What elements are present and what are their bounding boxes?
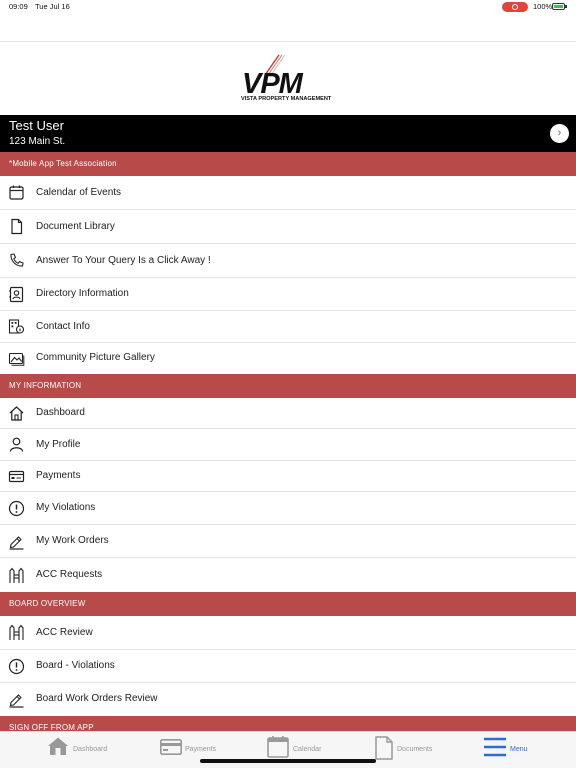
menu-item-calendar-of-events[interactable]: Calendar of Events — [0, 176, 576, 210]
menu-item-label: My Profile — [36, 439, 81, 450]
menu-item-dashboard[interactable]: Dashboard — [0, 398, 576, 429]
board-overview-header: BOARD OVERVIEW — [0, 592, 576, 616]
my-information-menu: Dashboard My Profile Payments My Violati… — [0, 398, 576, 592]
menu-item-label: Payments — [36, 470, 81, 481]
association-menu: Calendar of Events Document Library Answ… — [0, 176, 576, 374]
tab-label: Documents — [397, 746, 433, 753]
menu-item-my-profile[interactable]: My Profile — [0, 429, 576, 461]
menu-item-label: ACC Review — [36, 627, 93, 638]
hamburger-menu-icon — [484, 737, 506, 757]
tab-calendar[interactable]: Calendar — [267, 736, 337, 760]
menu-item-board-violations[interactable]: Board - Violations — [0, 650, 576, 683]
user-address: 123 Main St. — [9, 136, 66, 147]
menu-item-label: Community Picture Gallery — [36, 352, 155, 363]
battery-percent: 100% — [533, 2, 553, 11]
payment-card-icon — [8, 470, 25, 483]
person-icon — [9, 437, 24, 452]
menu-item-acc-review[interactable]: ACC Review — [0, 616, 576, 650]
building-info-icon — [8, 319, 25, 334]
menu-item-my-work-orders[interactable]: My Work Orders — [0, 525, 576, 558]
battery-icon — [552, 3, 565, 10]
tab-documents[interactable]: Documents — [375, 736, 445, 760]
menu-item-my-violations[interactable]: My Violations — [0, 492, 576, 525]
home-indicator[interactable] — [200, 759, 376, 763]
chevron-right-icon[interactable]: › — [550, 124, 569, 143]
tab-label: Menu — [510, 746, 528, 753]
document-icon — [375, 736, 393, 760]
image-gallery-icon — [8, 352, 25, 366]
acc-icon — [9, 567, 24, 583]
menu-item-label: Directory Information — [36, 288, 129, 299]
vpm-logo: VPM VISTA PROPERTY MANAGEMENT — [241, 52, 337, 106]
tab-label: Payments — [185, 746, 217, 753]
home-icon — [9, 406, 24, 421]
menu-item-board-work-orders[interactable]: Board Work Orders Review — [0, 683, 576, 716]
menu-item-answer-query[interactable]: Answer To Your Query Is a Click Away ! — [0, 244, 576, 278]
acc-icon — [9, 624, 24, 640]
logo-area: VPM VISTA PROPERTY MANAGEMENT — [0, 42, 576, 115]
tab-label: Dashboard — [73, 746, 108, 753]
menu-item-label: Contact Info — [36, 321, 90, 332]
work-order-icon — [9, 694, 24, 708]
user-name: Test User — [9, 118, 64, 133]
my-information-header: MY INFORMATION — [0, 374, 576, 398]
payment-card-icon — [160, 739, 182, 755]
menu-item-label: Board Work Orders Review — [36, 693, 158, 704]
menu-item-community-gallery[interactable]: Community Picture Gallery — [0, 343, 576, 374]
calendar-icon — [9, 185, 24, 200]
tab-label: Calendar — [293, 746, 322, 753]
calendar-icon — [267, 736, 289, 758]
logo-subtitle: VISTA PROPERTY MANAGEMENT — [241, 96, 332, 102]
menu-item-label: My Work Orders — [36, 535, 109, 546]
work-order-icon — [9, 536, 24, 550]
tab-dashboard[interactable]: Dashboard — [47, 736, 117, 760]
screen-record-icon — [502, 2, 528, 12]
menu-item-label: ACC Requests — [36, 569, 103, 580]
association-header: *Mobile App Test Association — [0, 152, 576, 176]
menu-item-label: My Violations — [36, 502, 96, 513]
tab-menu[interactable]: Menu — [483, 736, 543, 760]
menu-item-label: Dashboard — [36, 407, 85, 418]
menu-item-label: Board - Violations — [36, 660, 115, 671]
alert-icon — [8, 658, 25, 675]
menu-item-label: Document Library — [36, 221, 115, 232]
contact-card-icon — [9, 286, 24, 303]
phone-icon — [10, 253, 24, 267]
tab-payments[interactable]: Payments — [160, 736, 230, 760]
document-icon — [11, 218, 23, 235]
menu-item-acc-requests[interactable]: ACC Requests — [0, 558, 576, 592]
status-bar: 09:09 Tue Jul 16 100% — [0, 0, 576, 14]
menu-item-document-library[interactable]: Document Library — [0, 210, 576, 244]
nav-header — [0, 14, 576, 42]
user-bar[interactable]: Test User 123 Main St. › — [0, 115, 576, 152]
menu-item-payments[interactable]: Payments — [0, 461, 576, 492]
menu-item-directory-information[interactable]: Directory Information — [0, 278, 576, 311]
status-time: 09:09 — [9, 2, 28, 11]
menu-item-label: Answer To Your Query Is a Click Away ! — [36, 255, 211, 266]
menu-item-contact-info[interactable]: Contact Info — [0, 311, 576, 343]
status-date: Tue Jul 16 — [35, 2, 70, 11]
board-overview-menu: ACC Review Board - Violations Board Work… — [0, 616, 576, 716]
alert-icon — [8, 500, 25, 517]
menu-item-label: Calendar of Events — [36, 187, 122, 198]
home-icon — [48, 737, 68, 755]
